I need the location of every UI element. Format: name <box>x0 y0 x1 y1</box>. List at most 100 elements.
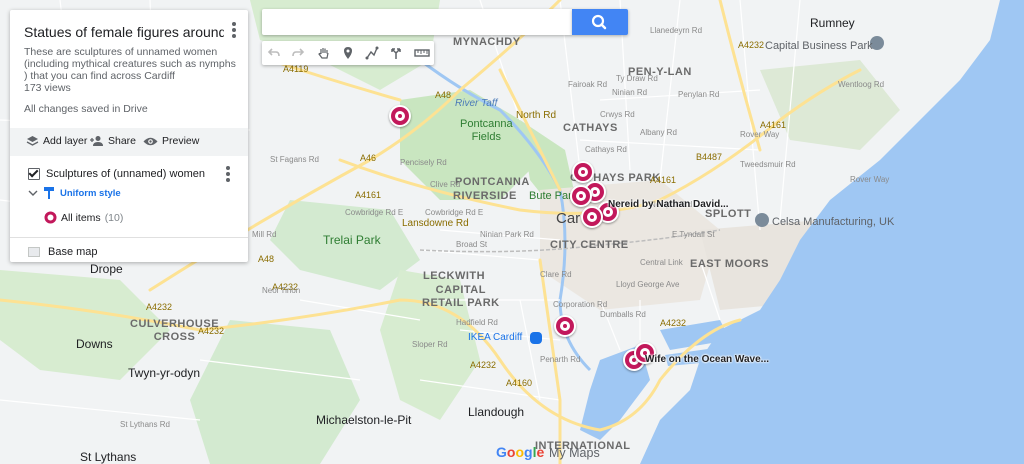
statue-marker[interactable] <box>572 161 594 183</box>
road-label-a4232-bay: A4232 <box>660 318 687 328</box>
street-label-ninian-park-rd: Ninian Park Rd <box>480 230 534 239</box>
redo-button[interactable] <box>286 41 310 65</box>
road-label-a48: A48 <box>435 90 452 100</box>
place-label-llandough: Llandough <box>468 405 525 419</box>
street-label-crwys-rd: Crwys Rd <box>600 110 635 119</box>
shopping-bag-icon[interactable] <box>530 332 542 344</box>
road-label-lansdowne-rd: Lansdowne Rd <box>402 218 469 229</box>
eye-icon <box>143 137 158 145</box>
map-options-menu-icon[interactable] <box>232 22 236 38</box>
ruler-icon <box>414 49 430 57</box>
street-label-neol-tirion: Neol Tirion <box>262 286 301 295</box>
area-label-pontcanna: PONTCANNA <box>455 176 530 188</box>
place-label-st-lythans: St Lythans <box>80 450 137 464</box>
add-person-icon <box>90 136 103 146</box>
street-label-clive-rd: Clive Rd <box>430 180 461 189</box>
statue-marker[interactable] <box>581 206 603 228</box>
chevron-down-icon <box>28 190 38 196</box>
search-input[interactable] <box>270 9 564 35</box>
street-label-cowbridge-rd-w: Cowbridge Rd E <box>345 208 404 217</box>
all-items-row[interactable]: All items (10) <box>44 211 123 224</box>
google-logo: Google <box>496 444 545 460</box>
view-count: 173 views <box>24 82 71 94</box>
street-label-wentloog-rd: Wentloog Rd <box>838 80 885 89</box>
poi-label-capital-business-park[interactable]: Capital Business Park <box>765 40 873 52</box>
preview-button[interactable]: Preview <box>143 135 199 147</box>
street-label-cowbridge-rd: Cowbridge Rd E <box>425 208 484 217</box>
search-button[interactable] <box>572 9 628 35</box>
layer-name[interactable]: Sculptures of (unnamed) women <box>46 168 205 180</box>
layer-style-row[interactable]: Uniform style <box>28 187 121 199</box>
directions-button[interactable] <box>384 41 408 65</box>
hand-icon <box>318 48 329 59</box>
map-description[interactable]: These are sculptures of unnamed women (i… <box>24 46 236 82</box>
place-label-cardiff: Car <box>556 210 581 227</box>
poi-label-celsa[interactable]: Celsa Manufacturing, UK <box>772 216 894 228</box>
layers-icon <box>26 136 39 146</box>
poi-label-ikea[interactable]: IKEA Cardiff <box>468 332 522 343</box>
base-map-row[interactable]: Base map <box>28 246 98 258</box>
area-label-east-moors: EAST MOORS <box>690 258 769 270</box>
base-map-icon <box>28 247 40 257</box>
layer-visibility-checkbox[interactable] <box>28 168 40 180</box>
street-label-st-lythans-rd: St Lythans Rd <box>120 420 170 429</box>
street-label-rover-way-east: Rover Way <box>850 175 890 184</box>
add-layer-button[interactable]: Add layer <box>26 135 87 147</box>
street-label-sloper-rd: Sloper Rd <box>412 340 448 349</box>
road-label-a4232-n: A4232 <box>738 40 765 50</box>
area-label-cathays: CATHAYS <box>563 122 618 134</box>
street-label-rover-way: Rover Way <box>740 130 780 139</box>
marker-pin-icon <box>344 47 352 59</box>
river-label-taff: River Taff <box>455 98 498 109</box>
road-label-a4161-east: A4161 <box>650 175 677 185</box>
statue-marker-icon <box>44 211 57 224</box>
park-label-trelai-park: Trelai Park <box>323 233 381 247</box>
street-label-corporation-rd: Corporation Rd <box>553 300 608 309</box>
map-toolbar <box>262 41 434 65</box>
statue-marker[interactable] <box>570 185 592 207</box>
pan-hand-button[interactable] <box>312 41 336 65</box>
place-label-twyn-yr-odyn: Twyn-yr-odyn <box>128 366 201 380</box>
street-label-dumballs-rd: Dumballs Rd <box>600 310 646 319</box>
layer-style-link[interactable]: Uniform style <box>60 188 121 199</box>
layer-row[interactable]: Sculptures of (unnamed) women <box>28 168 205 180</box>
undo-button[interactable] <box>262 41 286 65</box>
road-label-a48-west: A48 <box>258 254 275 264</box>
statue-marker[interactable] <box>389 105 411 127</box>
draw-line-button[interactable] <box>360 41 384 65</box>
divider <box>10 237 248 238</box>
add-marker-button[interactable] <box>336 41 360 65</box>
search-icon <box>591 14 607 30</box>
paint-roller-icon <box>44 187 54 199</box>
base-map-label: Base map <box>48 246 98 258</box>
road-label-a4232-sw: A4232 <box>198 326 225 336</box>
marker-label-wife-on-ocean-wave[interactable]: Wife on the Ocean Wave... <box>645 354 769 365</box>
product-name: My Maps <box>549 446 600 460</box>
road-label-a4232-w: A4232 <box>146 302 173 312</box>
statue-marker[interactable] <box>554 315 576 337</box>
add-layer-label: Add layer <box>43 135 88 147</box>
layer-options-menu-icon[interactable] <box>226 166 230 182</box>
area-label-city-centre: CITY CENTRE <box>550 239 629 251</box>
road-label-north-rd: North Rd <box>516 110 557 121</box>
road-label-a4161: A4161 <box>355 190 382 200</box>
street-label-ninian-rd: Ninian Rd <box>612 88 648 97</box>
preview-label: Preview <box>162 135 200 147</box>
street-label-lloyd-george: Lloyd George Ave <box>616 280 680 289</box>
street-label-hadfield-rd: Hadfield Rd <box>456 318 498 327</box>
directions-icon <box>391 48 401 59</box>
factory-pin-icon[interactable] <box>755 213 769 227</box>
place-label-michaelston: Michaelston-le-Pit <box>316 413 412 427</box>
area-label-capital-retail-park: CAPITAL RETAIL PARK <box>422 284 500 309</box>
map-title[interactable]: Statues of female figures around ... <box>24 24 224 40</box>
area-label-leckwith: LECKWITH <box>423 270 486 282</box>
street-label-penylan-rd: Penylan Rd <box>678 90 720 99</box>
road-label-a46: A46 <box>360 153 377 163</box>
share-button[interactable]: Share <box>90 135 136 147</box>
search-box[interactable] <box>262 9 572 35</box>
all-items-count: (10) <box>104 211 124 224</box>
marker-label-nereid[interactable]: Nereid by Nathan David... <box>608 199 729 210</box>
save-status: All changes saved in Drive <box>24 103 148 115</box>
measure-button[interactable] <box>410 41 434 65</box>
share-label: Share <box>108 135 137 147</box>
